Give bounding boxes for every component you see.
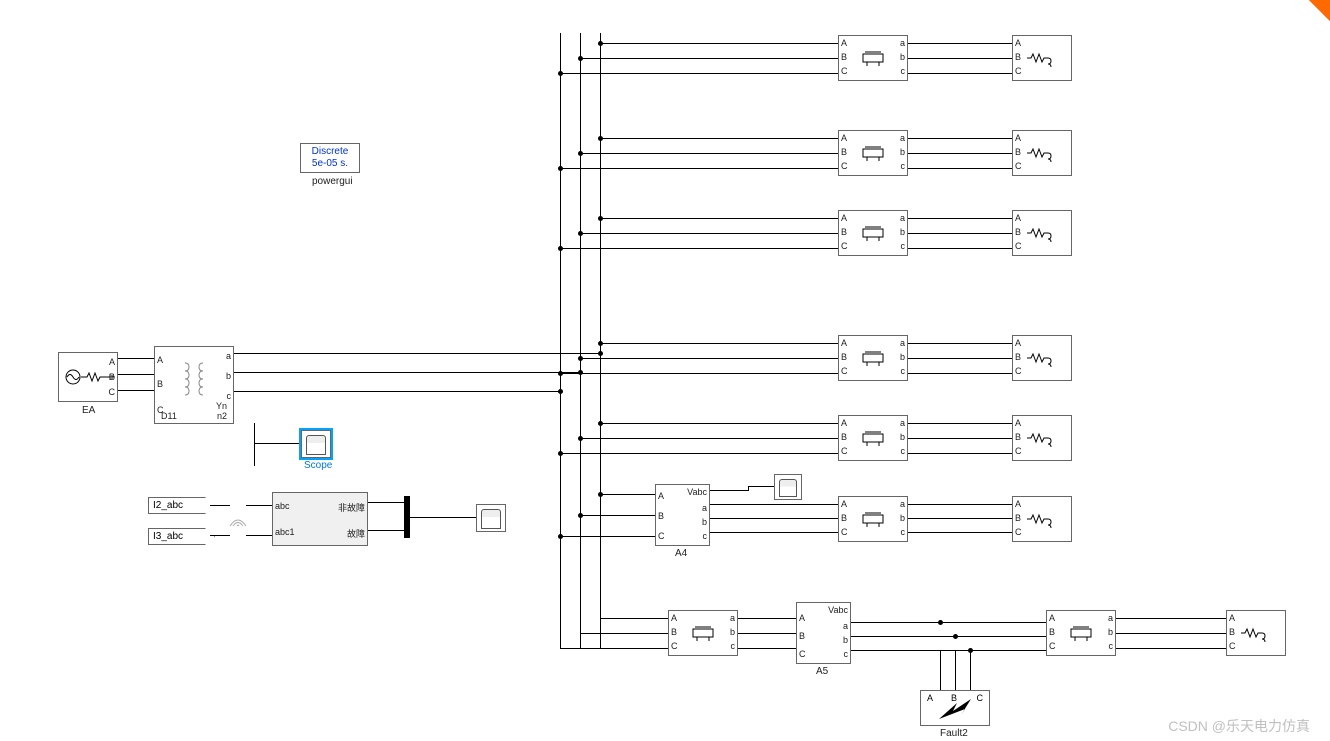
wire — [600, 138, 838, 139]
port-c: C — [109, 387, 116, 397]
tag-i3-text: I3_abc — [153, 531, 183, 542]
pi-icon — [839, 36, 907, 80]
wire — [118, 374, 154, 375]
pi-line-block[interactable]: ABC abc — [838, 130, 908, 176]
pi-icon — [839, 131, 907, 175]
wire — [410, 517, 476, 518]
transformer-primary: D11 — [161, 411, 177, 421]
pi-line-block[interactable]: ABC abc — [838, 335, 908, 381]
sub-out2: 故障 — [347, 527, 365, 540]
wire — [368, 502, 404, 503]
load-icon — [1013, 36, 1071, 80]
tag-i2[interactable]: I2_abc — [148, 497, 215, 514]
wire — [600, 43, 838, 44]
port-b: B — [109, 372, 115, 382]
powergui-line2: 5e-05 s. — [312, 158, 348, 169]
bus-c — [560, 33, 561, 649]
wire — [254, 423, 255, 466]
scope-top-block[interactable] — [301, 430, 331, 458]
scope-a4-block[interactable] — [774, 474, 802, 500]
wire — [560, 73, 838, 74]
wire — [234, 391, 560, 392]
tag-i3[interactable]: I3_abc — [148, 528, 215, 545]
pi-line-block[interactable]: ABC abc — [668, 610, 738, 656]
classifier-subsystem[interactable]: abc abc1 非故障 故障 — [272, 492, 368, 546]
rl-load-block[interactable]: ABC — [1012, 335, 1072, 381]
wire — [234, 372, 580, 373]
wire — [560, 168, 838, 169]
wire — [246, 505, 272, 506]
pi-line-block[interactable]: A B C a b c — [838, 35, 908, 81]
rl-load-block[interactable]: A B C — [1012, 35, 1072, 81]
measurement-a4-block[interactable]: A B C Vabc a b c — [655, 484, 710, 546]
powergui-label: powergui — [312, 176, 353, 187]
measurement-a5-block[interactable]: ABC Vabc abc — [796, 602, 851, 664]
rl-load-block[interactable]: ABC — [1012, 210, 1072, 256]
pi-line-block[interactable]: ABC abc — [1046, 610, 1116, 656]
lightning-icon — [921, 691, 989, 725]
powergui-line1: Discrete — [312, 146, 349, 157]
rl-load-block[interactable]: ABC — [1226, 610, 1286, 656]
fault-label: Fault2 — [940, 728, 968, 739]
source-label: EA — [82, 405, 95, 416]
sub-in2: abc1 — [275, 527, 295, 537]
wire — [580, 153, 838, 154]
wire — [368, 530, 404, 531]
watermark-text: CSDN @乐天电力仿真 — [1168, 716, 1310, 736]
sub-out1: 非故障 — [338, 501, 365, 514]
pi-line-block[interactable]: ABC abc — [838, 496, 908, 542]
tag-i2-text: I2_abc — [153, 500, 183, 511]
three-phase-source-block[interactable]: A B C — [58, 352, 118, 402]
wire — [908, 58, 1012, 59]
transformer-block[interactable]: A B C a b c D11 Yn n2 — [154, 346, 234, 424]
rl-load-block[interactable]: ABC — [1012, 496, 1072, 542]
simulink-canvas[interactable]: Discrete 5e-05 s. powergui A B C EA A B … — [0, 0, 1330, 741]
wire — [580, 58, 838, 59]
scope-icon — [306, 435, 326, 455]
wireless-icon — [228, 510, 248, 533]
vabc-port: Vabc — [687, 487, 707, 497]
rl-load-block[interactable]: ABC — [1012, 130, 1072, 176]
pi-line-block[interactable]: ABC abc — [838, 415, 908, 461]
sub-in1: abc — [275, 501, 290, 511]
wire — [246, 535, 272, 536]
powergui-block[interactable]: Discrete 5e-05 s. — [300, 143, 360, 173]
port-a: A — [109, 357, 115, 367]
wire — [118, 390, 154, 391]
transformer-secondary: Yn — [216, 401, 227, 411]
scope-bottom-block[interactable] — [476, 504, 506, 532]
fault-block[interactable]: A B C — [920, 690, 990, 726]
wire — [210, 535, 230, 536]
transformer-sub: n2 — [217, 411, 227, 421]
wire — [210, 505, 230, 506]
bus-b — [580, 33, 581, 649]
wire — [908, 43, 1012, 44]
wire — [118, 358, 154, 359]
wire — [254, 443, 301, 444]
wire — [908, 73, 1012, 74]
corner-flag-icon — [1300, 0, 1330, 30]
load-icon — [1013, 131, 1071, 175]
a4-label: A4 — [675, 548, 687, 559]
pi-line-block[interactable]: ABC abc — [838, 210, 908, 256]
scope-icon — [481, 509, 501, 529]
a5-label: A5 — [816, 666, 828, 677]
scope-label: Scope — [304, 460, 332, 471]
wire — [234, 353, 600, 354]
rl-load-block[interactable]: ABC — [1012, 415, 1072, 461]
